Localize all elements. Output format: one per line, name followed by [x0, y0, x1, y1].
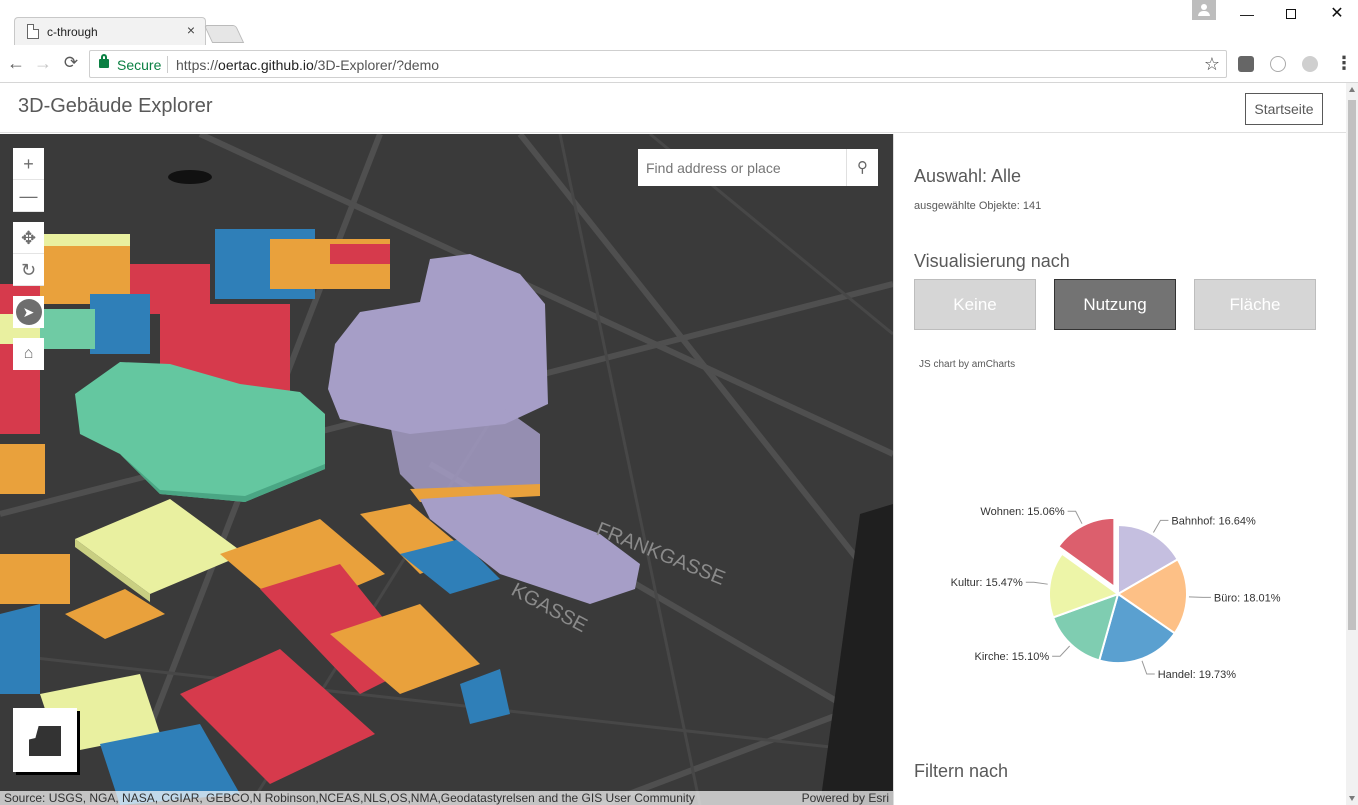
- user-profile-icon[interactable]: [1192, 0, 1216, 20]
- selection-title: Auswahl: Alle: [914, 166, 1022, 186]
- pie-leader-line: [1052, 645, 1071, 657]
- new-tab-button[interactable]: [203, 25, 245, 43]
- maximize-icon: [1286, 9, 1296, 19]
- compass-button[interactable]: ➤: [13, 296, 44, 328]
- pie-leader-line: [1188, 596, 1211, 598]
- minimize-button[interactable]: —: [1224, 0, 1270, 28]
- scroll-down-arrow-icon[interactable]: [1349, 796, 1355, 801]
- omnibox-divider: [167, 56, 168, 73]
- pie-label-bahnhof: Bahnhof: 16.64%: [1171, 515, 1256, 527]
- pie-label-büro: Büro: 18.01%: [1214, 592, 1281, 604]
- url-host: oertac.github.io: [218, 57, 314, 73]
- extension-icon[interactable]: [1302, 56, 1318, 72]
- pie-label-handel: Handel: 19.73%: [1158, 669, 1236, 681]
- pie-leader-line: [1067, 510, 1083, 524]
- zoom-controls: + —: [13, 148, 44, 212]
- powered-by-esri-link[interactable]: Powered by Esri: [802, 791, 889, 805]
- page-title: 3D-Gebäude Explorer: [18, 95, 213, 117]
- bookmark-star-icon[interactable]: ☆: [1204, 54, 1220, 75]
- filter-heading: Filtern nach: [914, 761, 1009, 781]
- basemap-toggle-button[interactable]: [13, 708, 77, 772]
- search-input[interactable]: [638, 149, 846, 186]
- attribution-source: Source: USGS, NGA, NASA, CGIAR, GEBCO,N …: [4, 791, 695, 805]
- url-scheme: https://: [176, 57, 219, 73]
- map-home-button[interactable]: ⌂: [13, 338, 44, 370]
- extension-icon[interactable]: [1238, 56, 1254, 72]
- tab-close-icon[interactable]: ×: [187, 22, 195, 38]
- url-text[interactable]: https://oertac.github.io/3D-Explorer/?de…: [176, 57, 439, 73]
- viz-none-button[interactable]: Keine: [914, 279, 1036, 330]
- browser-tab[interactable]: c-through ×: [14, 17, 206, 45]
- map-attribution: Source: USGS, NGA, NASA, CGIAR, GEBCO,N …: [0, 791, 893, 805]
- back-button[interactable]: ←: [5, 53, 27, 74]
- address-bar: ← → ⟳ Secure https://oertac.github.io/3D…: [0, 45, 1358, 83]
- compass-icon: ➤: [15, 299, 42, 325]
- maximize-button[interactable]: [1268, 0, 1314, 28]
- tab-title: c-through: [47, 25, 98, 39]
- pie-label-wohnen: Wohnen: 15.06%: [980, 506, 1064, 518]
- navigation-toggle: ✥ ↻: [13, 222, 44, 286]
- browser-menu-icon[interactable]: ⋮: [1335, 53, 1353, 74]
- browser-tabstrip: c-through × — ✕: [0, 0, 1358, 45]
- app-header: 3D-Gebäude Explorer Startseite: [0, 83, 1346, 133]
- scrollbar-thumb[interactable]: [1348, 100, 1356, 630]
- side-panel: Auswahl: Alle ausgewählte Objekte: 141 V…: [893, 134, 1346, 805]
- zoom-in-button[interactable]: +: [13, 148, 44, 180]
- extension-icon[interactable]: [1270, 56, 1286, 72]
- search-widget: ⚲: [638, 149, 878, 186]
- amcharts-credit-link[interactable]: JS chart by amCharts: [919, 359, 1015, 370]
- pie-leader-line: [1153, 519, 1169, 533]
- page-scrollbar[interactable]: [1346, 83, 1358, 805]
- omnibox[interactable]: Secure https://oertac.github.io/3D-Explo…: [89, 50, 1227, 78]
- basemap-thumbnail-icon: [29, 726, 61, 756]
- scroll-up-arrow-icon[interactable]: [1349, 87, 1355, 92]
- viz-area-button[interactable]: Fläche: [1194, 279, 1316, 330]
- lock-icon: [99, 54, 109, 68]
- url-path: /3D-Explorer/?demo: [313, 57, 440, 73]
- search-button[interactable]: ⚲: [846, 149, 878, 186]
- secure-label: Secure: [117, 57, 162, 73]
- 3d-city-scene: FRANKGASSE KGASSE: [0, 134, 893, 805]
- usage-pie-chart: Bahnhof: 16.64% Büro: 18.01% Handel: 19.73…: [951, 506, 1281, 681]
- page-icon: [27, 24, 39, 39]
- pan-button[interactable]: ✥: [13, 222, 44, 254]
- pie-label-kirche: Kirche: 15.10%: [975, 651, 1050, 663]
- viz-usage-button[interactable]: Nutzung: [1054, 279, 1176, 330]
- forward-button[interactable]: →: [32, 53, 54, 74]
- pie-label-kultur: Kultur: 15.47%: [951, 577, 1023, 589]
- reload-button[interactable]: ⟳: [60, 53, 82, 73]
- selected-objects-count: ausgewählte Objekte: 141: [914, 200, 1042, 212]
- rotate-button[interactable]: ↻: [13, 254, 44, 286]
- visualization-heading: Visualisierung nach: [914, 251, 1070, 271]
- startseite-button[interactable]: Startseite: [1245, 93, 1323, 125]
- pie-leader-line: [1025, 581, 1048, 585]
- pie-leader-line: [1141, 660, 1155, 675]
- zoom-out-button[interactable]: —: [13, 180, 44, 212]
- scene-view[interactable]: FRANKGASSE KGASSE + — ✥ ↻ ➤ ⌂ ⚲ Source: …: [0, 134, 893, 805]
- close-window-button[interactable]: ✕: [1314, 0, 1358, 28]
